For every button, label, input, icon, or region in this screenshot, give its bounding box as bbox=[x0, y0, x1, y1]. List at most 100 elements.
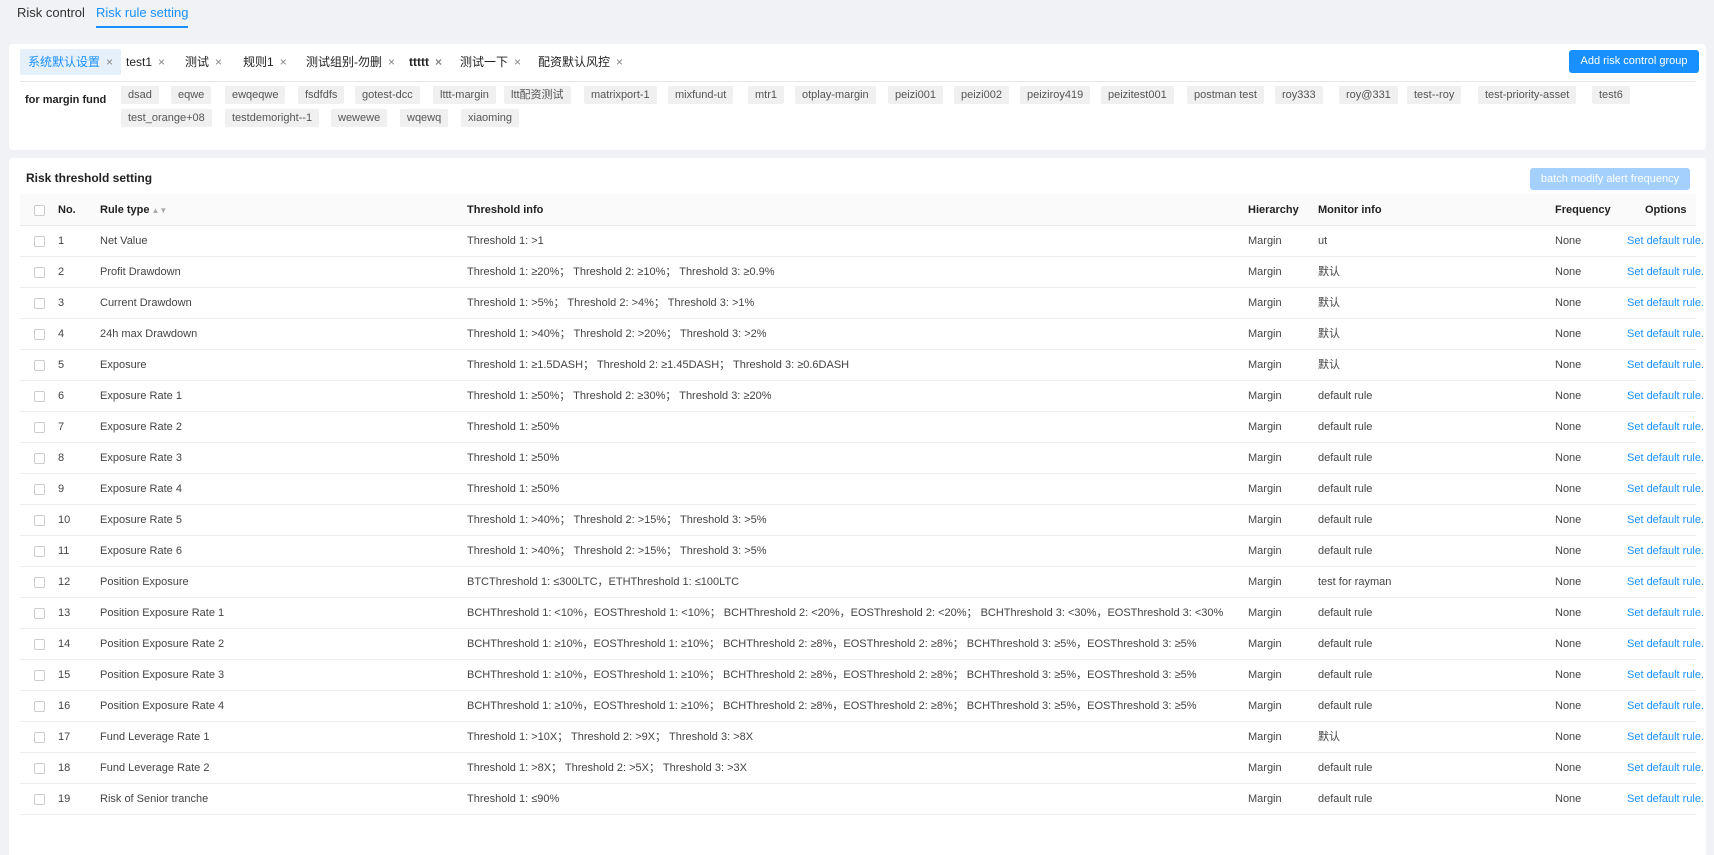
hierarchy: Margin bbox=[1248, 607, 1282, 619]
hierarchy: Margin bbox=[1248, 359, 1282, 371]
group-tab-label: ttttt bbox=[409, 55, 429, 69]
row-checkbox[interactable] bbox=[34, 608, 45, 619]
set-default-rule-link[interactable]: Set default rule. bbox=[1627, 691, 1704, 722]
row-checkbox[interactable] bbox=[34, 546, 45, 557]
select-all-checkbox[interactable] bbox=[34, 205, 45, 216]
row-checkbox[interactable] bbox=[34, 639, 45, 650]
group-tab-label: 测试组别-勿删 bbox=[306, 55, 382, 69]
set-default-rule-link[interactable]: Set default rule. bbox=[1627, 319, 1704, 350]
add-risk-control-group-button[interactable]: Add risk control group bbox=[1569, 50, 1699, 73]
fund-chip: dsad bbox=[121, 86, 159, 104]
sort-icon[interactable]: ▲▼ bbox=[152, 206, 168, 215]
set-default-rule-link[interactable]: Set default rule. bbox=[1627, 288, 1704, 319]
set-default-rule-link[interactable]: Set default rule. bbox=[1627, 629, 1704, 660]
close-icon[interactable]: × bbox=[158, 55, 165, 69]
fund-chip: ltt配资测试 bbox=[504, 86, 571, 104]
set-default-rule-link[interactable]: Set default rule. bbox=[1627, 567, 1704, 598]
table-row: 7 Exposure Rate 2 Threshold 1: ≥50% Margin d… bbox=[20, 412, 1704, 443]
set-default-rule-link[interactable]: Set default rule. bbox=[1627, 381, 1704, 412]
close-icon[interactable]: × bbox=[616, 55, 623, 69]
group-tab[interactable]: ttttt × bbox=[401, 49, 450, 75]
set-default-rule-link[interactable]: Set default rule. bbox=[1627, 598, 1704, 629]
row-checkbox[interactable] bbox=[34, 453, 45, 464]
hierarchy: Margin bbox=[1248, 576, 1282, 588]
hierarchy: Margin bbox=[1248, 514, 1282, 526]
tab-risk-control[interactable]: Risk control bbox=[17, 5, 85, 20]
row-checkbox[interactable] bbox=[34, 701, 45, 712]
frequency: None bbox=[1555, 793, 1582, 805]
group-tab-label: 配资默认风控 bbox=[538, 55, 611, 69]
row-checkbox[interactable] bbox=[34, 763, 45, 774]
row-number: 5 bbox=[58, 359, 65, 371]
row-number: 19 bbox=[58, 793, 71, 805]
close-icon[interactable]: × bbox=[388, 55, 395, 69]
row-number: 8 bbox=[58, 452, 65, 464]
group-tab[interactable]: 配资默认风控 × bbox=[530, 49, 631, 75]
row-number: 11 bbox=[58, 545, 70, 557]
row-checkbox[interactable] bbox=[34, 732, 45, 743]
row-checkbox[interactable] bbox=[34, 794, 45, 805]
row-number: 13 bbox=[58, 607, 71, 619]
row-checkbox[interactable] bbox=[34, 267, 45, 278]
row-checkbox[interactable] bbox=[34, 360, 45, 371]
row-checkbox[interactable] bbox=[34, 236, 45, 247]
header-hierarchy: Hierarchy bbox=[1248, 204, 1299, 216]
set-default-rule-link[interactable]: Set default rule. bbox=[1627, 257, 1704, 288]
close-icon[interactable]: × bbox=[106, 55, 113, 69]
close-icon[interactable]: × bbox=[280, 55, 287, 69]
monitor-info: test for rayman bbox=[1318, 576, 1392, 588]
threshold-info: Threshold 1: ≥1.5DASH； Threshold 2: ≥1.4… bbox=[467, 359, 850, 371]
fund-chip: wewewe bbox=[331, 109, 388, 127]
group-tab[interactable]: 系统默认设置 × bbox=[20, 49, 122, 75]
frequency: None bbox=[1555, 514, 1582, 526]
row-checkbox[interactable] bbox=[34, 298, 45, 309]
set-default-rule-link[interactable]: Set default rule. bbox=[1627, 722, 1704, 753]
set-default-rule-link[interactable]: Set default rule. bbox=[1627, 753, 1704, 784]
set-default-rule-link[interactable]: Set default rule. bbox=[1627, 784, 1704, 815]
group-tab[interactable]: 测试一下 × bbox=[452, 49, 529, 75]
fund-chip: mixfund-ut bbox=[668, 86, 734, 104]
close-icon[interactable]: × bbox=[215, 55, 222, 69]
threshold-info: BCHThreshold 1: <10%，EOSThreshold 1: <10… bbox=[467, 607, 1224, 619]
set-default-rule-link[interactable]: Set default rule. bbox=[1627, 443, 1704, 474]
row-checkbox[interactable] bbox=[34, 484, 45, 495]
threshold-info: Threshold 1: >40%； Threshold 2: >20%； Th… bbox=[467, 328, 767, 340]
set-default-rule-link[interactable]: Set default rule. bbox=[1627, 412, 1704, 443]
monitor-info: default rule bbox=[1318, 514, 1373, 526]
group-tab[interactable]: 规则1 × bbox=[235, 49, 295, 75]
table-row: 14 Position Exposure Rate 2 BCHThreshold 1… bbox=[20, 629, 1704, 660]
hierarchy: Margin bbox=[1248, 638, 1282, 650]
row-checkbox[interactable] bbox=[34, 422, 45, 433]
row-number: 4 bbox=[58, 328, 65, 340]
fund-chip: test_orange+08 bbox=[121, 109, 212, 127]
threshold-info: Threshold 1: >5%； Threshold 2: >4%； Thre… bbox=[467, 297, 755, 309]
close-icon[interactable]: × bbox=[514, 55, 521, 69]
table-row: 9 Exposure Rate 4 Threshold 1: ≥50% Margin d… bbox=[20, 474, 1704, 505]
set-default-rule-link[interactable]: Set default rule. bbox=[1627, 350, 1704, 381]
row-checkbox[interactable] bbox=[34, 577, 45, 588]
row-checkbox[interactable] bbox=[34, 515, 45, 526]
group-tab[interactable]: test1 × bbox=[118, 49, 173, 75]
set-default-rule-link[interactable]: Set default rule. bbox=[1627, 226, 1704, 257]
set-default-rule-link[interactable]: Set default rule. bbox=[1627, 474, 1704, 505]
batch-modify-alert-frequency-button[interactable]: batch modify alert frequency bbox=[1530, 168, 1690, 190]
tab-risk-rule-setting[interactable]: Risk rule setting bbox=[96, 5, 189, 28]
rule-type: Exposure Rate 3 bbox=[100, 452, 182, 464]
close-icon[interactable]: × bbox=[435, 55, 442, 69]
threshold-info: Threshold 1: ≥50% bbox=[467, 483, 560, 495]
set-default-rule-link[interactable]: Set default rule. bbox=[1627, 660, 1704, 691]
header-rule-type[interactable]: Rule type ▲▼ bbox=[100, 194, 167, 226]
fund-chip: eqwe bbox=[171, 86, 212, 104]
hierarchy: Margin bbox=[1248, 793, 1282, 805]
rule-type: Exposure Rate 6 bbox=[100, 545, 182, 557]
group-tab[interactable]: 测试组别-勿删 × bbox=[298, 49, 403, 75]
group-tab[interactable]: 测试 × bbox=[177, 49, 230, 75]
threshold-info: Threshold 1: ≥50% bbox=[467, 421, 560, 433]
fund-chip: peizi002 bbox=[954, 86, 1009, 104]
set-default-rule-link[interactable]: Set default rule. bbox=[1627, 536, 1704, 567]
row-checkbox[interactable] bbox=[34, 329, 45, 340]
row-checkbox[interactable] bbox=[34, 670, 45, 681]
fund-chip: test6 bbox=[1592, 86, 1630, 104]
set-default-rule-link[interactable]: Set default rule. bbox=[1627, 505, 1704, 536]
row-checkbox[interactable] bbox=[34, 391, 45, 402]
